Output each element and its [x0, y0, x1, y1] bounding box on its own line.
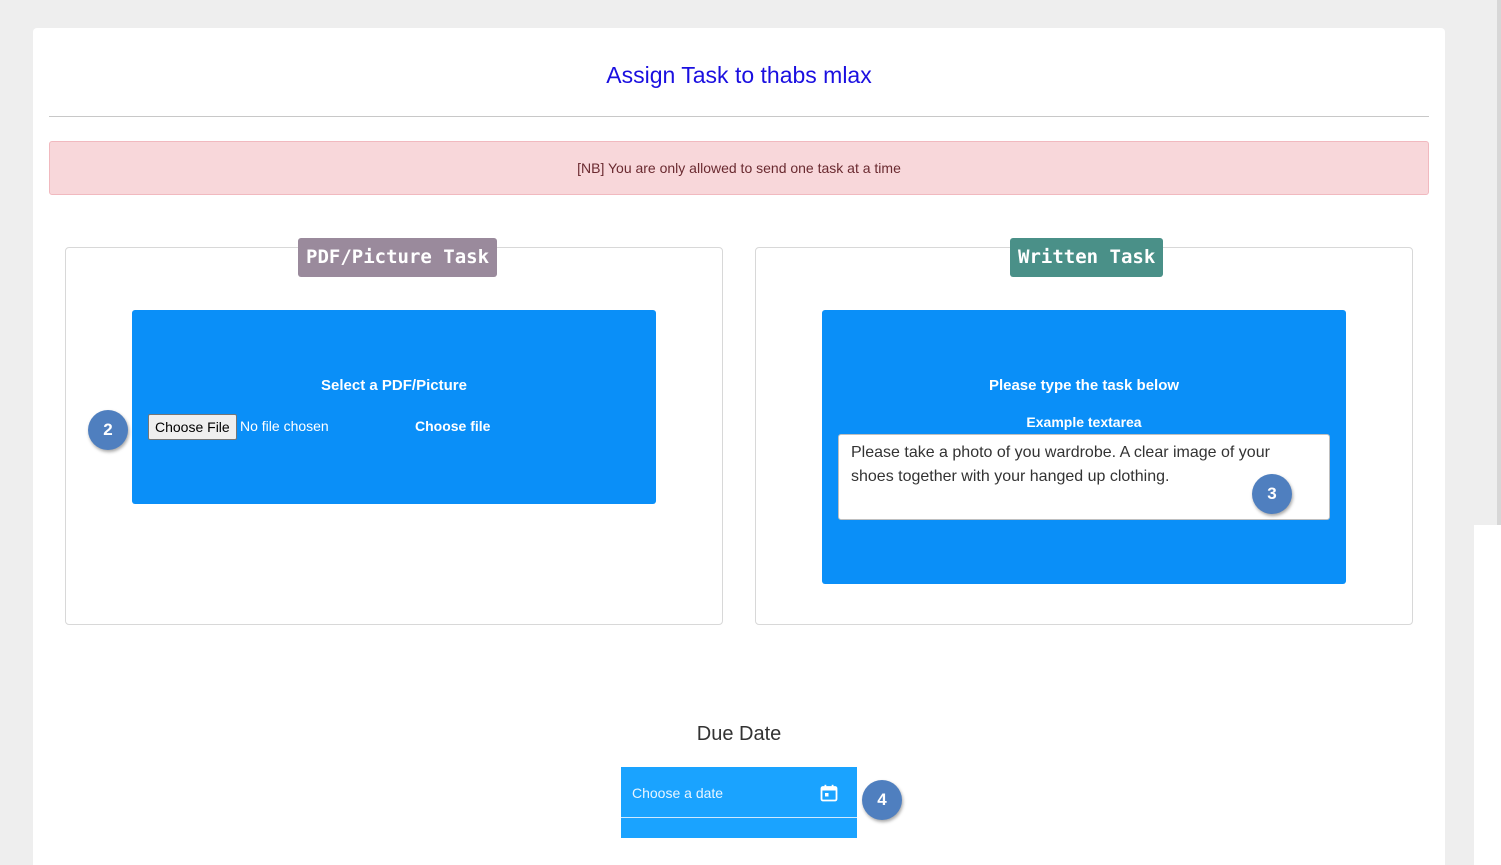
step-marker-3: 3: [1252, 474, 1292, 514]
file-status-text: No file chosen: [240, 418, 329, 434]
written-task-badge: Written Task: [1010, 238, 1164, 277]
page-title: Assign Task to thabs mlax: [606, 62, 872, 88]
notice-alert: [NB] You are only allowed to send one ta…: [49, 141, 1429, 195]
step-marker-2: 2: [88, 410, 128, 450]
file-input-row: Choose File No file chosen Choose file: [148, 414, 648, 440]
due-date-label: Due Date: [696, 723, 782, 745]
pdf-upload-heading: Select a PDF/Picture: [321, 377, 467, 394]
written-task-panel: Written Task Please type the task below …: [755, 238, 1413, 625]
title-divider: [49, 116, 1429, 117]
textarea-label: Example textarea: [1026, 414, 1142, 430]
window-edge-panel: [1474, 525, 1501, 865]
step-marker-4: 4: [862, 780, 902, 820]
assign-task-card: Assign Task to thabs mlax [NB] You are o…: [33, 28, 1445, 865]
pdf-task-panel: PDF/Picture Task Select a PDF/Picture Ch…: [65, 238, 723, 625]
due-date-field: Choose a date: [621, 767, 857, 838]
choose-file-button[interactable]: Choose File: [148, 414, 237, 440]
pdf-upload-box: Select a PDF/Picture Choose File No file…: [132, 310, 656, 504]
written-task-box: Please type the task below Example texta…: [822, 310, 1346, 584]
calendar-icon[interactable]: [820, 784, 838, 802]
written-task-heading: Please type the task below: [988, 377, 1180, 394]
choose-file-label[interactable]: Choose file: [415, 418, 490, 434]
pdf-task-badge: PDF/Picture Task: [298, 238, 498, 277]
